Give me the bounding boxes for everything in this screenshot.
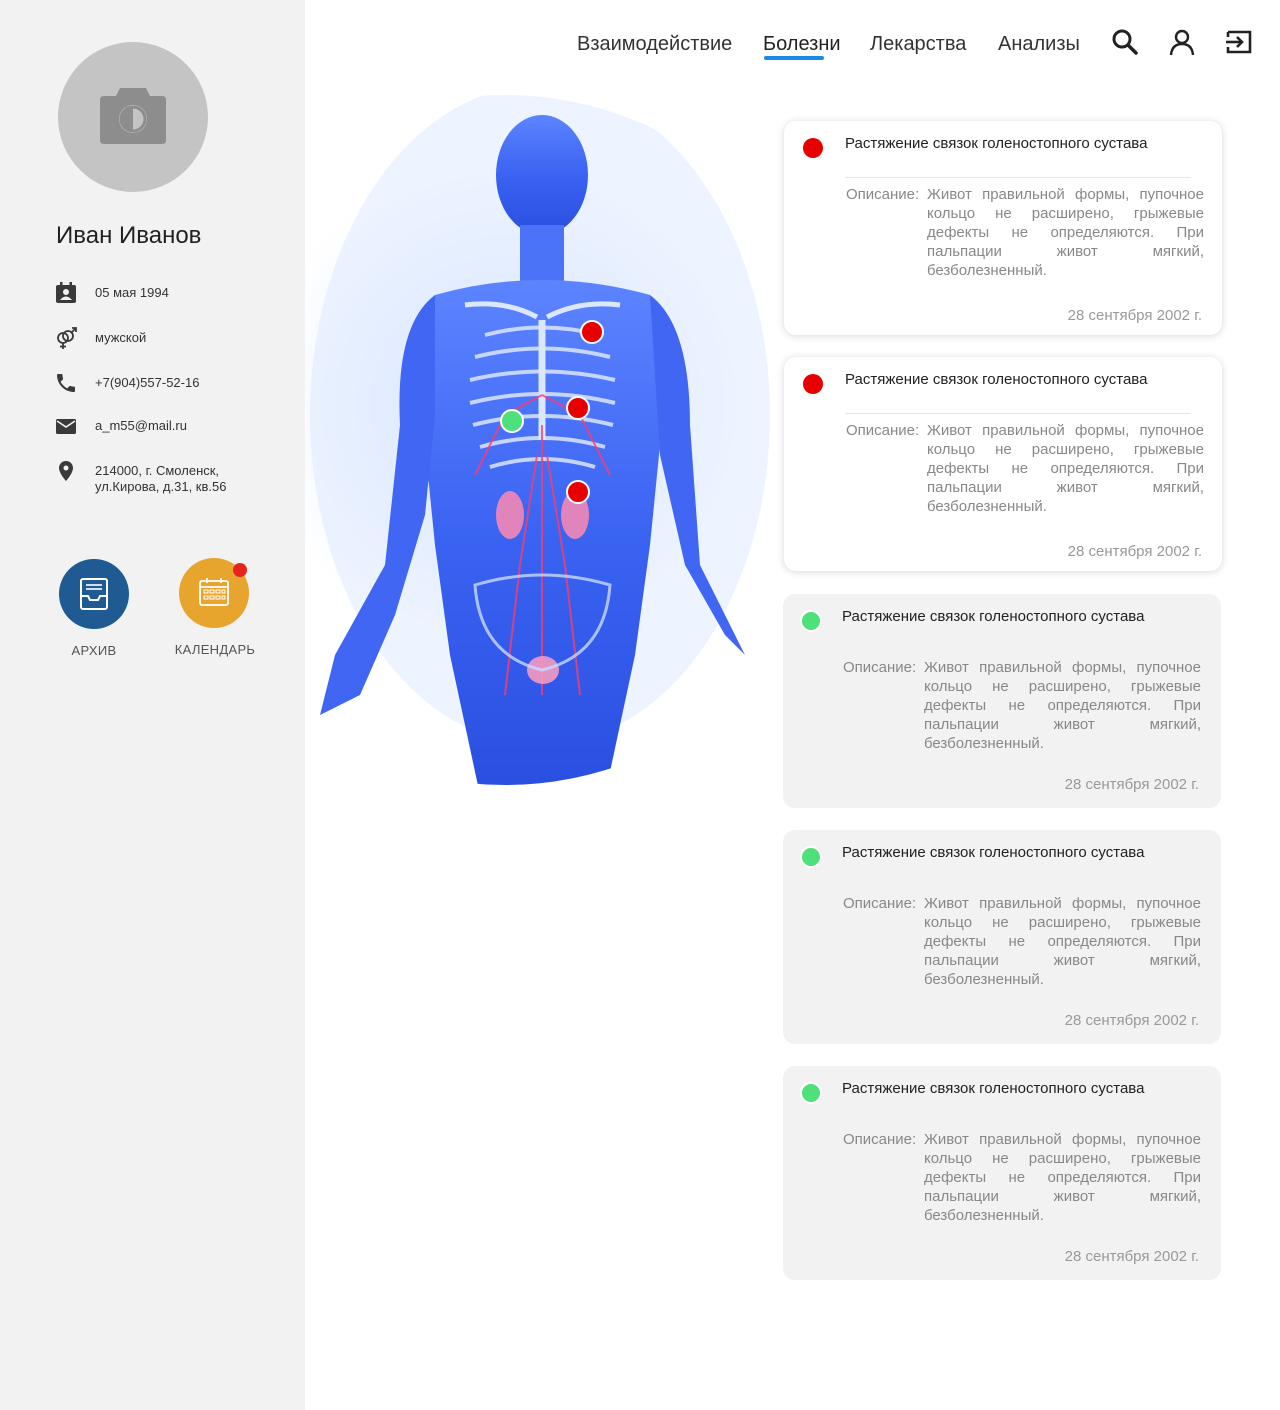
status-dot-red: [803, 374, 823, 394]
disease-date: 28 сентября 2002 г.: [1064, 1248, 1199, 1265]
disease-card[interactable]: Растяжение связок голеностопного сустава…: [783, 830, 1221, 1044]
disease-title: Растяжение связок голеностопного сустава: [842, 608, 1145, 625]
address: 214000, г. Смоленск, ул.Кирова, д.31, кв…: [95, 463, 227, 494]
description-label: Описание:: [846, 422, 920, 439]
user-name: Иван Иванов: [56, 222, 202, 249]
status-dot-green: [800, 846, 822, 868]
notification-badge: [233, 563, 247, 577]
disease-card[interactable]: Растяжение связок голеностопного сустава…: [784, 121, 1222, 335]
description-label: Описание:: [843, 895, 917, 912]
human-anatomy-figure: [305, 95, 775, 795]
profile-sidebar: Иван Иванов 05 мая 1994 мужской +7(904)5…: [0, 0, 305, 1410]
body-marker-red[interactable]: [566, 480, 590, 504]
gender-row: мужской: [54, 326, 146, 350]
status-dot-green: [800, 1082, 822, 1104]
body-marker-green[interactable]: [500, 409, 524, 433]
address-row: 214000, г. Смоленск, ул.Кирова, д.31, кв…: [54, 459, 226, 495]
description-text: Живот правильной формы, пупочное кольцо …: [924, 659, 1201, 752]
disease-date: 28 сентября 2002 г.: [1064, 1012, 1199, 1029]
description-label: Описание:: [843, 659, 917, 676]
disease-title: Растяжение связок голеностопного сустава: [845, 371, 1148, 388]
avatar[interactable]: [58, 42, 208, 192]
email-row: a_m55@mail.ru: [54, 414, 187, 438]
disease-card[interactable]: Растяжение связок голеностопного сустава…: [784, 357, 1222, 571]
description-text: Живот правильной формы, пупочное кольцо …: [924, 895, 1201, 988]
phone: +7(904)557-52-16: [95, 375, 200, 390]
camera-icon: [100, 88, 166, 144]
nav-active-indicator: [764, 56, 824, 60]
disease-date: 28 сентября 2002 г.: [1064, 776, 1199, 793]
disease-title: Растяжение связок голеностопного сустава: [842, 1080, 1145, 1097]
status-dot-red: [803, 138, 823, 158]
gender-icon: [57, 327, 77, 349]
nav-diseases[interactable]: Болезни: [763, 33, 841, 56]
location-pin-icon: [59, 461, 73, 481]
body-map: [305, 95, 775, 795]
status-dot-green: [800, 610, 822, 632]
description-text: Живот правильной формы, пупочное кольцо …: [927, 186, 1204, 279]
divider: [845, 413, 1191, 414]
logout-icon[interactable]: [1225, 28, 1253, 56]
nav-interaction[interactable]: Взаимодействие: [577, 33, 732, 56]
user-icon[interactable]: [1168, 28, 1196, 56]
contact-calendar-icon: [56, 282, 76, 303]
archive-button[interactable]: [59, 559, 129, 629]
birth-date-row: 05 мая 1994: [54, 281, 169, 305]
calendar-label: КАЛЕНДАРЬ: [174, 642, 256, 657]
body-marker-red[interactable]: [580, 320, 604, 344]
gender: мужской: [95, 330, 147, 345]
email: a_m55@mail.ru: [95, 418, 187, 433]
search-icon[interactable]: [1111, 28, 1139, 56]
description-label: Описание:: [846, 186, 920, 203]
description-text: Живот правильной формы, пупочное кольцо …: [924, 1131, 1201, 1224]
description-text: Живот правильной формы, пупочное кольцо …: [927, 422, 1204, 515]
phone-row: +7(904)557-52-16: [54, 371, 199, 395]
disease-title: Растяжение связок голеностопного сустава: [845, 135, 1148, 152]
archive-tray-icon: [80, 578, 108, 610]
mail-icon: [56, 419, 76, 434]
birth-date: 05 мая 1994: [95, 285, 169, 300]
calendar-icon: [199, 578, 229, 606]
disease-date: 28 сентября 2002 г.: [1067, 307, 1202, 324]
body-marker-red[interactable]: [566, 396, 590, 420]
nav-medicines[interactable]: Лекарства: [870, 33, 966, 56]
nav-analyses[interactable]: Анализы: [998, 33, 1080, 56]
phone-icon: [57, 374, 75, 392]
description-label: Описание:: [843, 1131, 917, 1148]
disease-card[interactable]: Растяжение связок голеностопного сустава…: [783, 594, 1221, 808]
disease-card[interactable]: Растяжение связок голеностопного сустава…: [783, 1066, 1221, 1280]
disease-title: Растяжение связок голеностопного сустава: [842, 844, 1145, 861]
divider: [845, 177, 1191, 178]
archive-label: АРХИВ: [71, 643, 117, 658]
disease-date: 28 сентября 2002 г.: [1067, 543, 1202, 560]
